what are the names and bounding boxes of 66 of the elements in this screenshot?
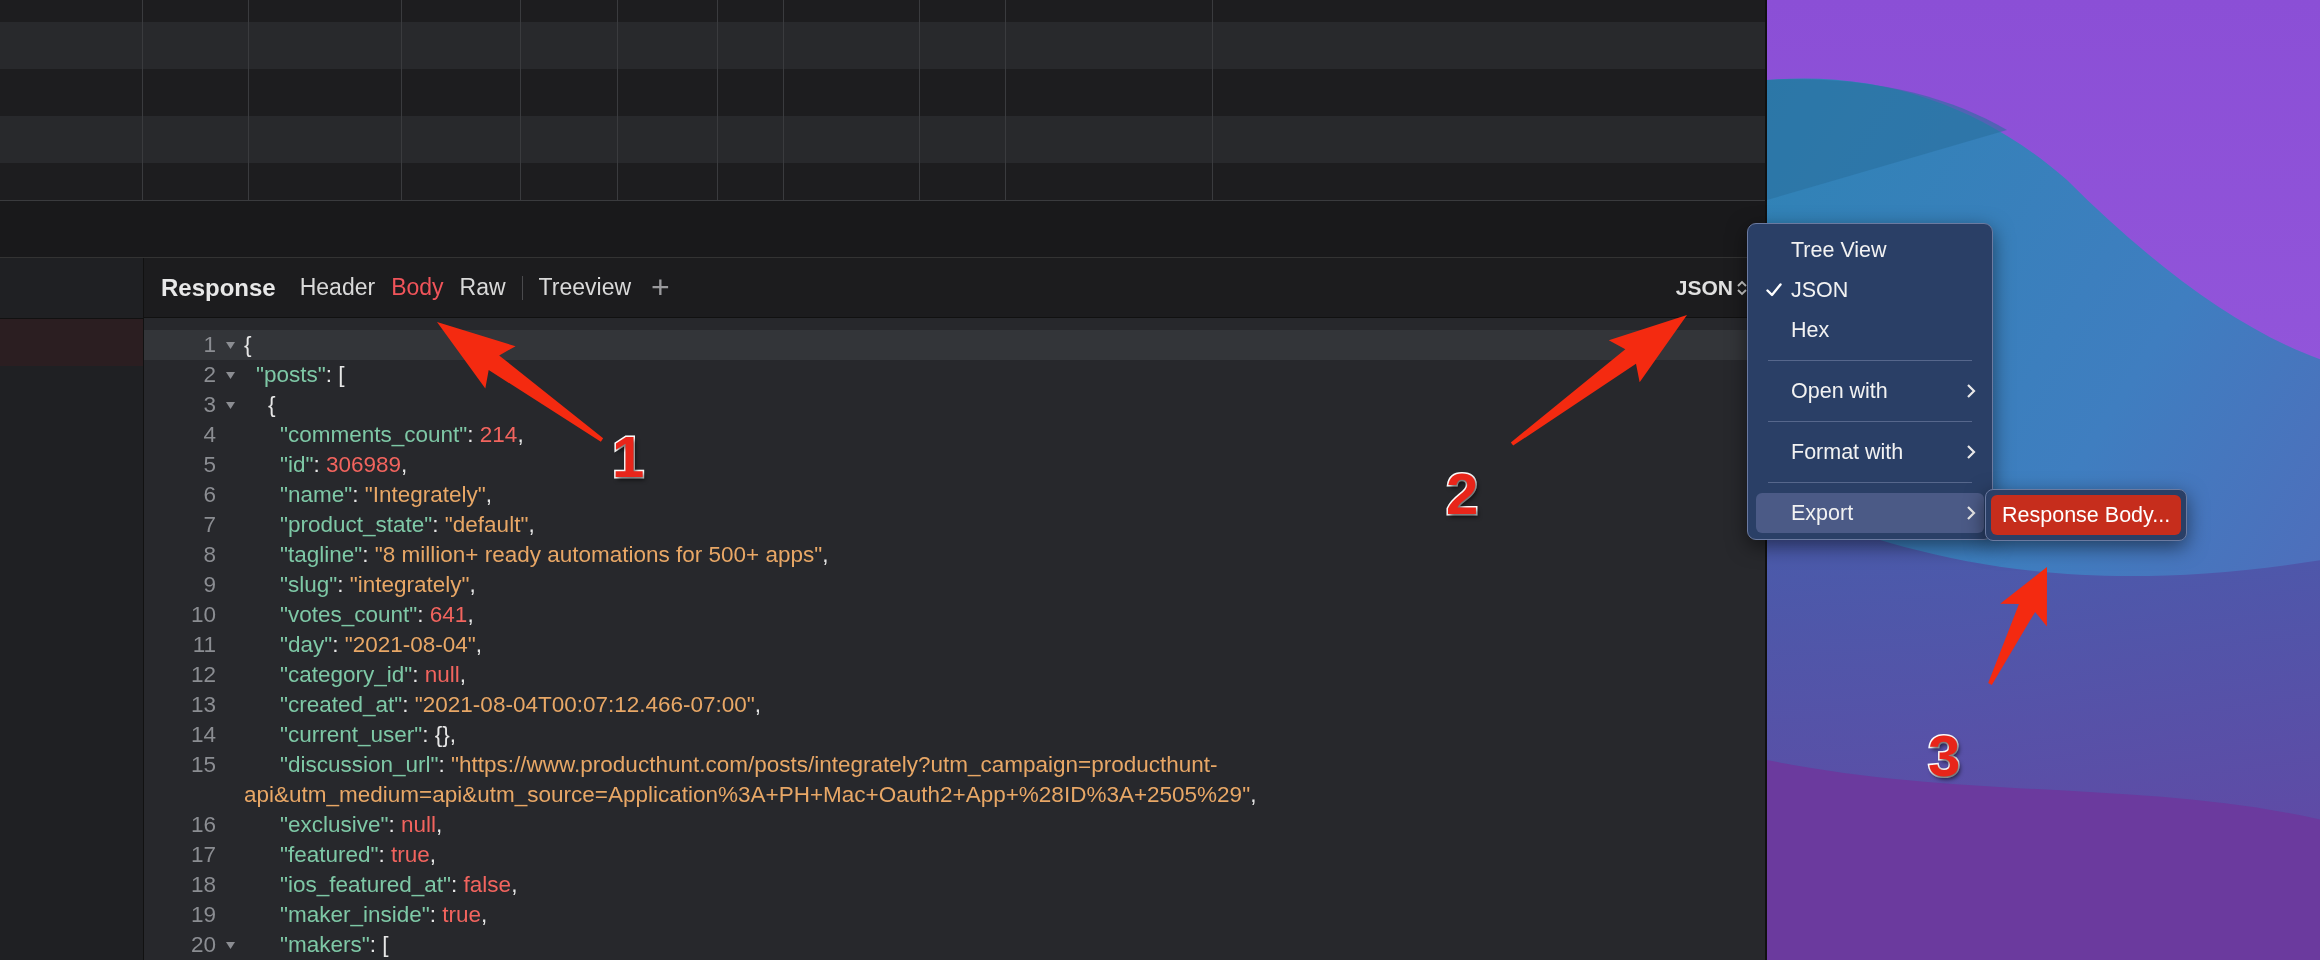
fold-triangle-icon[interactable] <box>225 371 235 379</box>
menu-item[interactable]: JSON <box>1756 270 1984 310</box>
code-line: "posts": [ <box>255 362 345 388</box>
line-number: 8 <box>202 542 216 568</box>
line-number: 19 <box>189 902 216 928</box>
chevron-right-icon <box>1966 505 1976 521</box>
line-number: 1 <box>202 332 216 358</box>
tab[interactable]: Body <box>383 272 452 303</box>
menu-item[interactable]: Open with <box>1756 371 1984 411</box>
annotation-number: 2 <box>1446 465 1479 523</box>
code-line: "current_user": {}, <box>279 722 457 748</box>
line-number: 16 <box>189 812 216 838</box>
tab[interactable]: Raw <box>451 272 514 303</box>
format-dropdown[interactable]: JSON <box>1671 273 1751 302</box>
line-number: 4 <box>202 422 216 448</box>
code-line: "tagline": "8 million+ ready automations for 500+ apps", <box>279 542 829 568</box>
line-number: 17 <box>189 842 216 868</box>
line-number: 15 <box>189 752 216 778</box>
code-line: "exclusive": null, <box>279 812 443 838</box>
code-line: "ios_featured_at": false, <box>279 872 518 898</box>
add-tab-button[interactable]: + <box>643 269 678 306</box>
fold-triangle-icon[interactable] <box>225 341 235 349</box>
code-line: "name": "Integrately", <box>279 482 493 508</box>
updown-chevron-icon <box>1737 279 1747 296</box>
line-number: 7 <box>202 512 216 538</box>
code-line: { <box>244 332 252 358</box>
fold-triangle-icon[interactable] <box>225 941 235 949</box>
line-number: 3 <box>202 392 216 418</box>
code-line: "id": 306989, <box>279 452 408 478</box>
line-number: 2 <box>202 362 216 388</box>
menu-item[interactable]: Format with <box>1756 432 1984 472</box>
code-line: "category_id": null, <box>279 662 467 688</box>
code-line: { <box>267 392 276 418</box>
line-number: 14 <box>189 722 216 748</box>
menu-item[interactable]: Export <box>1756 493 1984 533</box>
line-number: 10 <box>189 602 216 628</box>
code-line: "featured": true, <box>279 842 437 868</box>
line-number: 6 <box>202 482 216 508</box>
chevron-right-icon <box>1966 383 1976 399</box>
code-line: api&utm_medium=api&utm_source=Application%3A+PH+Mac+Oauth2+App+%28ID%3A+2505%29", <box>244 782 1257 808</box>
line-number: 20 <box>189 932 216 958</box>
menu-item[interactable]: Hex <box>1756 310 1984 350</box>
line-number: 12 <box>189 662 216 688</box>
code-line: "created_at": "2021-08-04T00:07:12.466-07:00", <box>279 692 762 718</box>
line-number: 5 <box>202 452 216 478</box>
code-line: "comments_count": 214, <box>279 422 524 448</box>
annotation-number: 3 <box>1928 727 1961 785</box>
code-line: "maker_inside": true, <box>279 902 488 928</box>
menu-item[interactable]: Response Body... <box>1991 495 2182 535</box>
tab[interactable]: Header <box>291 272 384 303</box>
code-line: "discussion_url": "https://www.producthunt.com/posts/integrately?utm_campaign=producthunt- <box>279 752 1218 778</box>
code-line: "votes_count": 641, <box>279 602 474 628</box>
line-number: 11 <box>191 632 216 658</box>
line-number: 9 <box>202 572 216 598</box>
code-line: "makers": [ <box>279 932 389 958</box>
code-line: "day": "2021-08-04", <box>279 632 483 658</box>
section-title: Response <box>161 273 276 302</box>
chevron-right-icon <box>1966 444 1976 460</box>
code-line: "slug": "integrately", <box>279 572 476 598</box>
line-number: 13 <box>189 692 216 718</box>
line-number: 18 <box>189 872 216 898</box>
annotation-number: 1 <box>612 428 645 486</box>
code-line: "product_state": "default", <box>279 512 535 538</box>
tab[interactable]: Treeview <box>530 272 640 303</box>
menu-item[interactable]: Tree View <box>1756 230 1984 270</box>
fold-triangle-icon[interactable] <box>225 401 235 409</box>
